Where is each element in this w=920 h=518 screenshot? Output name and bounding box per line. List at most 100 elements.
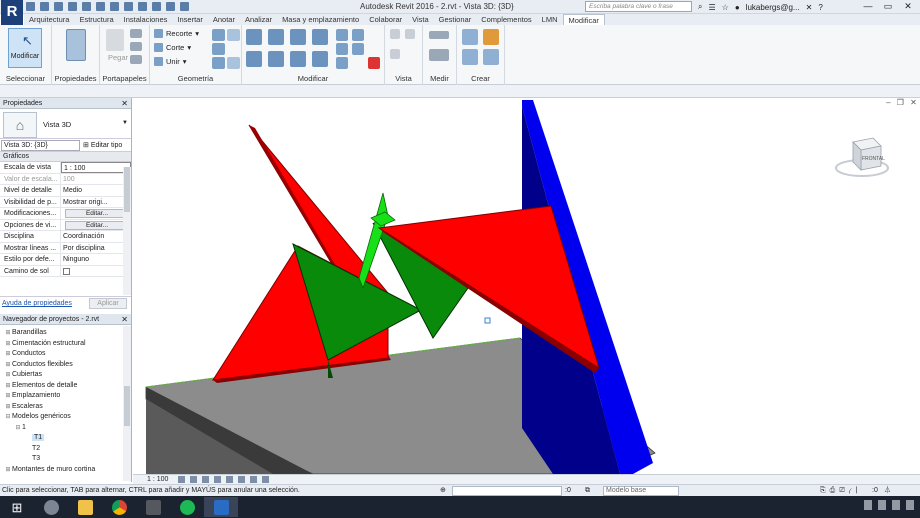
property-value[interactable]: Medio [61,185,131,196]
property-value[interactable]: 1 : 100 [61,162,131,173]
tree-item[interactable]: ⊞Barandillas [0,328,131,339]
create-group-icon[interactable] [462,49,478,65]
property-value[interactable]: 100 [61,174,131,185]
property-value[interactable]: Coordinación [61,231,131,242]
property-value[interactable]: Editar... [61,208,131,219]
help-link[interactable]: Ayuda de propiedades [2,300,72,307]
measure-icon[interactable] [96,2,105,11]
trim-icon[interactable] [312,51,328,67]
taskbar-app-revit[interactable] [204,497,238,517]
undo-icon[interactable] [54,2,63,11]
print-icon[interactable] [82,2,91,11]
property-value[interactable]: Por disciplina [61,243,131,254]
property-value[interactable]: Editar... [61,220,131,231]
dimension-icon[interactable] [429,49,449,61]
instance-selector[interactable]: Vista 3D: {3D} [1,140,80,151]
network-icon[interactable] [878,500,886,510]
expand-toggle-icon[interactable]: ⊟ [4,412,12,423]
split-face-icon[interactable] [212,43,225,55]
grip-handle[interactable] [484,317,491,324]
notifications-icon[interactable] [906,500,914,510]
maximize-icon[interactable]: ▭ [878,0,898,14]
linework-icon[interactable] [390,49,400,59]
properties-scrollbar[interactable] [123,167,131,295]
reveal-hidden-icon[interactable] [262,476,269,483]
tree-item[interactable]: ⊞Montantes de muro cortina [0,465,131,476]
taskbar-app-window[interactable] [136,497,170,517]
tab-masa-y-emplazamiento[interactable]: Masa y emplazamiento [277,14,364,25]
taskbar-app-explorer[interactable] [68,497,102,517]
scroll-thumb[interactable] [124,386,130,426]
tray-up-icon[interactable] [864,500,872,510]
copy-icon[interactable] [130,42,142,51]
visual-style-icon[interactable] [190,476,197,483]
user-name[interactable]: lukabergs@g... [746,3,800,12]
search-input[interactable]: Escriba palabra clave o frase [585,1,692,12]
array-icon[interactable] [336,43,348,55]
expand-toggle-icon[interactable]: ⊞ [4,339,12,350]
override-icon[interactable] [405,29,415,39]
user-icon[interactable]: ● [735,3,740,12]
expand-toggle-icon[interactable]: ⊟ [14,423,22,434]
temp-hide-icon[interactable] [250,476,257,483]
scale-icon[interactable] [336,57,348,69]
chevron-down-icon[interactable]: ▼ [122,120,128,126]
tree-item[interactable]: ⊞Elementos de detalle [0,381,131,392]
tree-item[interactable]: ⊟1 [0,423,131,434]
delete-icon[interactable] [368,57,380,69]
browser-scrollbar[interactable] [123,326,131,481]
lock-view-icon[interactable] [238,476,245,483]
hide-icon[interactable] [390,29,400,39]
revit-logo-button[interactable]: R [1,0,23,26]
edit-button[interactable]: Editar... [65,220,129,230]
tab-insertar[interactable]: Insertar [172,14,207,25]
tab-complementos[interactable]: Complementos [476,14,536,25]
tab-colaborar[interactable]: Colaborar [364,14,407,25]
tree-item[interactable]: T2 [0,444,131,455]
tab-arquitectura[interactable]: Arquitectura [24,14,74,25]
taskbar-app-settings[interactable] [34,497,68,517]
close-icon[interactable]: ✕ [121,314,128,325]
minimize-icon[interactable]: — [858,0,878,14]
subscription-icon[interactable]: ☰ [708,3,715,12]
close-icon[interactable]: ✕ [121,98,128,109]
tab-analizar[interactable]: Analizar [240,14,277,25]
copy-element-icon[interactable] [268,51,284,67]
unpin-icon[interactable] [352,43,364,55]
tree-item[interactable]: ⊞Conductos flexibles [0,360,131,371]
join-button[interactable]: Unir ▾ [154,57,187,66]
design-option-selector[interactable]: Modelo base [603,486,679,496]
tree-item[interactable]: T1 [0,433,131,444]
redo-icon[interactable] [68,2,77,11]
text-icon[interactable] [110,2,119,11]
panel-label-select[interactable]: Seleccionar [0,74,51,83]
split-icon[interactable] [336,29,348,41]
help-icon[interactable]: ? [818,3,822,12]
expand-toggle-icon[interactable]: ⊞ [4,381,12,392]
create-assembly-icon[interactable] [462,29,478,45]
type-properties-icon[interactable] [66,29,86,61]
volume-icon[interactable] [892,500,900,510]
create-similar-icon[interactable] [483,49,499,65]
type-selector[interactable]: ⌂ Vista 3D ▼ [0,109,131,139]
open-icon[interactable] [26,2,35,11]
align-icon[interactable] [246,29,262,45]
cope-button[interactable]: Recorte ▾ [154,29,199,38]
expand-toggle-icon[interactable]: ⊞ [4,402,12,413]
taskbar-app-chrome[interactable] [102,497,136,517]
3d-view-icon[interactable] [124,2,133,11]
tree-item[interactable]: T3 [0,454,131,465]
tab-estructura[interactable]: Estructura [74,14,118,25]
move-icon[interactable] [246,51,262,67]
edit-type-button[interactable]: ⊞ Editar tipo [83,141,122,149]
tree-item[interactable]: ⊞Conductos [0,349,131,360]
tree-item[interactable]: ⊞Cimentación estructural [0,339,131,350]
tree-item[interactable]: ⊞Cubiertas [0,370,131,381]
property-checkbox[interactable] [61,266,131,277]
mirror-draw-icon[interactable] [312,29,328,45]
render-icon[interactable] [226,476,233,483]
cut-icon[interactable] [130,29,142,38]
measure-distance-icon[interactable] [429,31,449,39]
tab-vista[interactable]: Vista [407,14,434,25]
tree-item[interactable]: ⊞Emplazamiento [0,391,131,402]
